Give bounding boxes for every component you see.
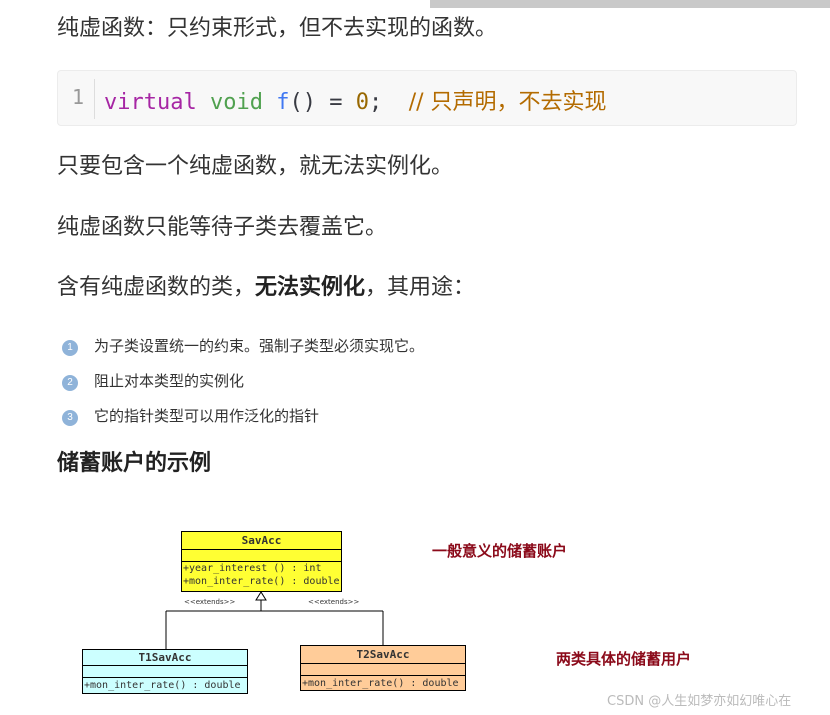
uml-attributes-compartment xyxy=(301,664,465,676)
uml-method: +mon_inter_rate() : double xyxy=(302,678,459,689)
uml-attributes-compartment xyxy=(182,550,341,562)
code-semicolon: ; xyxy=(368,90,383,115)
usage-list: 1 为子类设置统一的约束。强制子类型必须实现它。 2 阻止对本类型的实例化 3 … xyxy=(62,328,424,433)
note-base-account: 一般意义的储蓄账户 xyxy=(432,542,568,560)
code-zero: 0 xyxy=(355,90,369,115)
line-number-divider xyxy=(94,79,95,119)
list-number-badge: 2 xyxy=(62,374,78,391)
uml-method: +mon_inter_rate() : double xyxy=(183,576,340,587)
uml-method: +mon_inter_rate() : double xyxy=(84,680,241,691)
top-scroll-bar xyxy=(430,0,830,8)
paragraph-subclass-override: 纯虚函数只能等待子类去覆盖它。 xyxy=(57,215,388,240)
paragraph-pure-virtual-def: 纯虚函数：只约束形式，但不去实现的函数。 xyxy=(57,16,498,41)
uml-class-name: T2SavAcc xyxy=(301,646,465,664)
list-number-badge: 1 xyxy=(62,339,78,356)
list-item: 1 为子类设置统一的约束。强制子类型必须实现它。 xyxy=(62,328,424,363)
usage-text-post: ，其用途： xyxy=(365,275,476,300)
list-number-badge: 3 xyxy=(62,409,78,426)
uml-class-t2: T2SavAcc +mon_inter_rate() : double xyxy=(300,645,466,691)
code-equals: = xyxy=(329,90,343,115)
inheritance-arrow-icon xyxy=(255,591,267,601)
code-type: void xyxy=(209,90,263,115)
list-item-text: 为子类设置统一的约束。强制子类型必须实现它。 xyxy=(94,337,425,355)
uml-attributes-compartment xyxy=(83,666,247,678)
code-line: virtual void f() = 0; // 只声明，不去实现 xyxy=(104,84,607,116)
code-parens: () xyxy=(289,90,316,115)
usage-text-pre: 含有纯虚函数的类， xyxy=(57,275,256,300)
paragraph-usage: 含有纯虚函数的类，无法实例化，其用途： xyxy=(57,273,475,303)
stereotype-label-right: <<extends>> xyxy=(308,598,360,606)
list-item-text: 阻止对本类型的实例化 xyxy=(94,372,245,390)
uml-class-name: SavAcc xyxy=(182,532,341,550)
code-function-name: f xyxy=(276,90,290,115)
code-keyword: virtual xyxy=(104,90,197,115)
usage-text-bold: 无法实例化 xyxy=(255,275,366,300)
list-item-text: 它的指针类型可以用作泛化的指针 xyxy=(94,407,320,425)
uml-class-name: T1SavAcc xyxy=(83,650,247,666)
line-number: 1 xyxy=(72,85,85,109)
code-block: 1 virtual void f() = 0; // 只声明，不去实现 xyxy=(57,70,797,126)
uml-method: +year_interest () : int xyxy=(183,563,322,574)
stereotype-label-left: <<extends>> xyxy=(184,598,236,606)
uml-class-t1: T1SavAcc +mon_inter_rate() : double xyxy=(82,649,248,694)
section-title: 储蓄账户的示例 xyxy=(57,451,212,476)
note-subclass-accounts: 两类具体的储蓄用户 xyxy=(556,650,692,668)
watermark: CSDN @人生如梦亦如幻唯心在 xyxy=(607,694,792,709)
list-item: 3 它的指针类型可以用作泛化的指针 xyxy=(62,398,424,433)
code-comment: // 只声明，不去实现 xyxy=(408,90,607,115)
uml-class-base: SavAcc +year_interest () : int +mon_inte… xyxy=(181,531,342,592)
paragraph-cannot-instantiate: 只要包含一个纯虚函数，就无法实例化。 xyxy=(57,154,454,179)
list-item: 2 阻止对本类型的实例化 xyxy=(62,363,424,398)
